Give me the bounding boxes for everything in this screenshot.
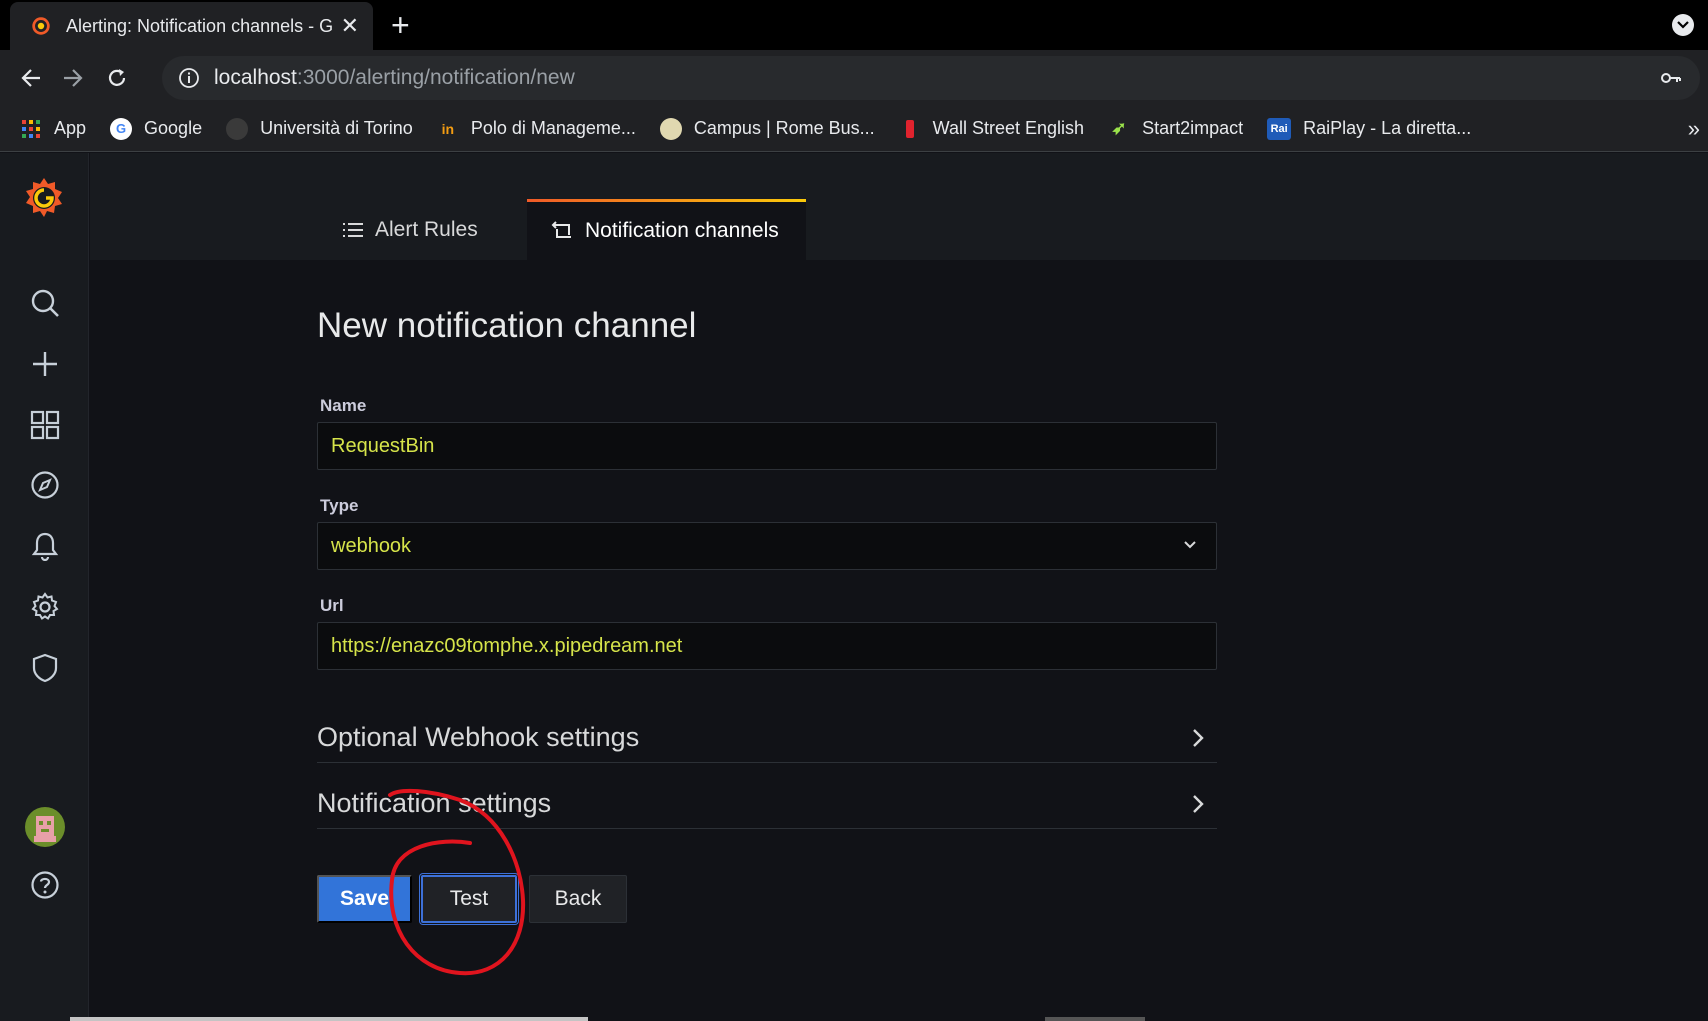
chevron-right-icon <box>1193 729 1204 747</box>
google-icon: G <box>110 117 133 140</box>
bookmark-label: Università di Torino <box>260 118 413 138</box>
back-button[interactable]: Back <box>529 875 627 923</box>
rocket-icon: ➶ <box>1111 118 1127 138</box>
bookmark-polo[interactable]: in Polo di Manageme... <box>437 118 636 140</box>
bookmark-wse[interactable]: Wall Street English <box>899 118 1084 140</box>
bookmark-label: Google <box>144 118 203 138</box>
optional-webhook-settings-section[interactable]: Optional Webhook settings <box>317 713 1217 763</box>
bookmarks-bar: App G Google Università di Torino in Pol… <box>0 106 1708 152</box>
url-host: localhost <box>214 66 297 89</box>
address-bar[interactable]: localhost:3000/alerting/notification/new <box>162 56 1700 100</box>
dashboards-icon[interactable] <box>27 407 63 443</box>
url-input-value: https://enazc09tomphe.x.pipedream.net <box>331 634 683 657</box>
reload-icon[interactable] <box>100 61 134 95</box>
notification-settings-section[interactable]: Notification settings <box>317 779 1217 829</box>
section-title: Notification settings <box>317 788 552 818</box>
name-input[interactable]: RequestBin <box>317 422 1217 470</box>
polo-icon: in <box>441 120 455 137</box>
channels-icon <box>551 221 571 238</box>
horizontal-scrollbar-thumb[interactable] <box>1045 1017 1145 1021</box>
bookmark-label: Polo di Manageme... <box>470 118 636 138</box>
test-button[interactable]: Test <box>421 875 517 923</box>
site-info-icon[interactable] <box>178 67 200 89</box>
bookmark-start2impact[interactable]: ➶ Start2impact <box>1108 118 1244 140</box>
list-icon <box>343 222 363 237</box>
page-header: Alert Rules Notification channels <box>90 153 1708 260</box>
url-label: Url <box>320 596 344 615</box>
password-key-icon[interactable] <box>1660 67 1682 89</box>
server-admin-shield-icon[interactable] <box>27 650 63 686</box>
grafana-favicon-icon <box>32 17 50 35</box>
bookmark-label: Wall Street English <box>932 118 1085 138</box>
main-content: New notification channel Name RequestBin… <box>90 260 1708 1021</box>
tab-notification-channels[interactable]: Notification channels <box>527 199 806 260</box>
bookmark-unito[interactable]: Università di Torino <box>226 117 413 140</box>
unito-icon <box>226 117 249 140</box>
type-label: Type <box>320 496 359 515</box>
bookmark-label: App <box>54 118 87 138</box>
type-select[interactable]: webhook <box>317 522 1217 570</box>
search-icon[interactable] <box>27 285 63 321</box>
rai-icon: Rai <box>1267 117 1292 140</box>
tab-label: Alert Rules <box>375 217 478 241</box>
bookmark-google[interactable]: G Google <box>110 117 203 140</box>
name-label: Name <box>320 396 367 415</box>
apps-grid-icon <box>20 118 42 140</box>
save-button[interactable]: Save <box>317 875 412 923</box>
url-path: :3000/alerting/notification/new <box>296 66 575 89</box>
alerting-bell-icon[interactable] <box>27 528 63 564</box>
campus-icon <box>659 117 682 140</box>
wse-icon <box>899 118 921 140</box>
url-input[interactable]: https://enazc09tomphe.x.pipedream.net <box>317 622 1217 670</box>
bookmark-label: Start2impact <box>1142 118 1244 138</box>
browser-tabstrip: Alerting: Notification channels - G ✕ + <box>0 0 1708 50</box>
help-question-icon[interactable] <box>27 867 63 903</box>
configuration-gear-icon[interactable] <box>27 589 63 625</box>
create-plus-icon[interactable] <box>27 346 63 382</box>
new-tab-icon[interactable]: + <box>391 9 410 41</box>
tab-label: Notification channels <box>585 219 779 242</box>
browser-toolbar: localhost:3000/alerting/notification/new <box>0 50 1708 106</box>
page-title: New notification channel <box>317 306 697 345</box>
type-select-value: webhook <box>331 534 412 557</box>
grafana-logo-icon[interactable] <box>20 173 68 221</box>
tab-close-icon[interactable]: ✕ <box>341 13 359 39</box>
horizontal-scrollbar[interactable] <box>70 1017 588 1021</box>
back-arrow-icon[interactable] <box>14 61 48 95</box>
grafana-sidemenu <box>0 153 89 1021</box>
browser-tab[interactable]: Alerting: Notification channels - G ✕ <box>10 2 373 50</box>
name-input-value: RequestBin <box>331 434 435 457</box>
tab-title: Alerting: Notification channels - G <box>66 15 333 36</box>
bookmarks-overflow-icon[interactable]: » <box>1688 116 1700 142</box>
forward-arrow-icon[interactable] <box>56 61 90 95</box>
chevron-down-icon <box>1184 541 1196 549</box>
explore-compass-icon[interactable] <box>27 467 63 503</box>
bookmark-campus[interactable]: Campus | Rome Bus... <box>659 117 875 140</box>
bookmark-label: RaiPlay - La diretta... <box>1303 118 1472 138</box>
bookmark-app[interactable]: App <box>20 118 86 140</box>
section-title: Optional Webhook settings <box>317 722 640 752</box>
bookmark-label: Campus | Rome Bus... <box>693 118 875 138</box>
user-avatar[interactable] <box>24 806 66 848</box>
bookmark-raiplay[interactable]: Rai RaiPlay - La diretta... <box>1267 117 1472 140</box>
chevron-right-icon <box>1193 795 1204 813</box>
tab-search-icon[interactable] <box>1672 14 1694 36</box>
tab-alert-rules[interactable]: Alert Rules <box>343 199 507 260</box>
